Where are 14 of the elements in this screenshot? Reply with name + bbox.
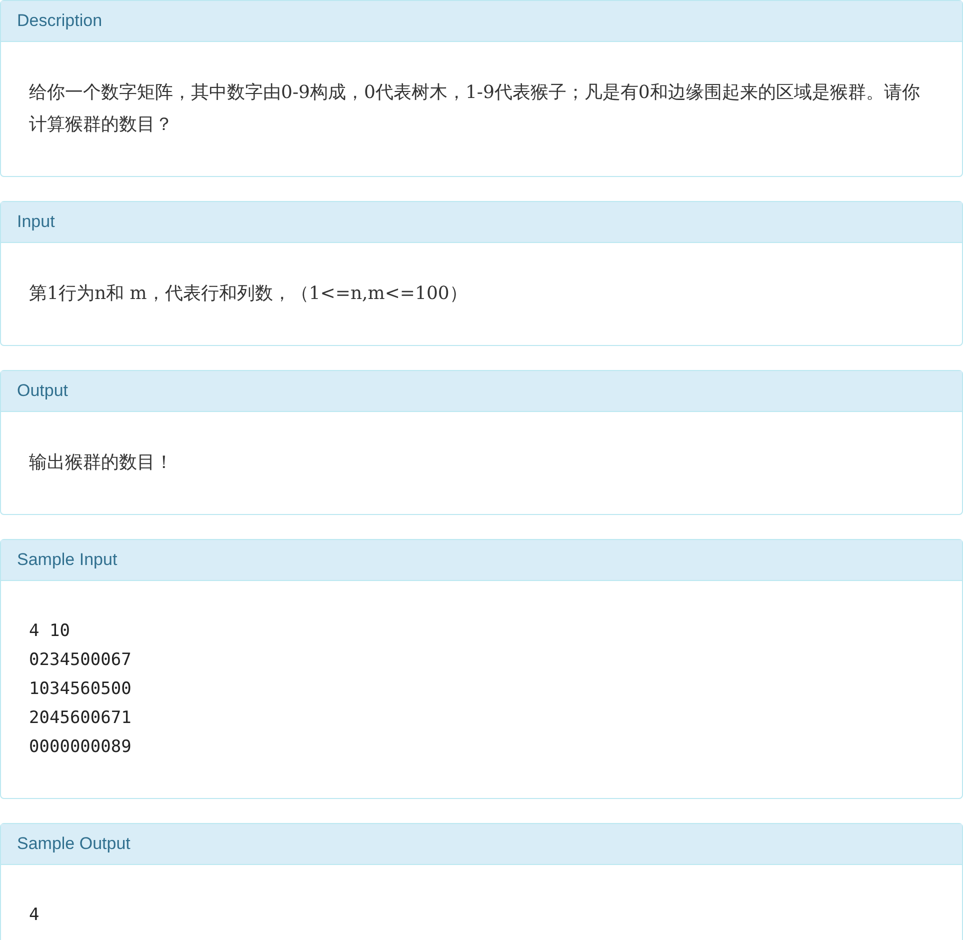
body-text: 第1行为n和 m，代表行和列数，（1<=n,m<=100） <box>29 282 468 306</box>
code-line: 1034560500 <box>29 678 132 701</box>
code-line: 0234500067 <box>29 649 132 672</box>
panel-heading: Sample Output <box>1 824 962 865</box>
panel-heading: Input <box>1 202 962 243</box>
body-text: 给你一个数字矩阵，其中数字由0-9构成，0代表树木，1-9代表猴子；凡是有0和边缘围起来的区域是猴群。请你计算猴群的数目？ <box>29 81 921 137</box>
body-text: 输出猴群的数目！ <box>29 451 174 475</box>
panel-heading: Sample Input <box>1 540 962 581</box>
panel-heading: Description <box>1 1 962 42</box>
code-line: 4 <box>29 904 40 927</box>
panel-heading: Output <box>1 371 962 412</box>
code-line: 4 10 <box>29 620 71 643</box>
code-line: 0000000089 <box>29 736 132 759</box>
code-line: 2045600671 <box>29 707 132 730</box>
